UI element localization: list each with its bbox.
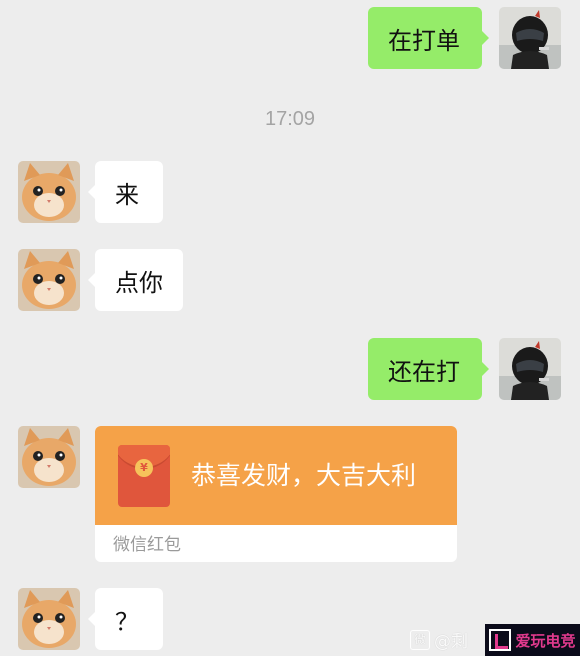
message-text: 在打单 <box>388 26 460 55</box>
helmet-avatar-icon <box>499 7 561 69</box>
chat-timestamp: 17:09 <box>264 108 316 130</box>
watermark-text: @剩 <box>434 632 468 652</box>
red-packet-body: ¥ 恭喜发财，大吉大利 <box>95 426 457 525</box>
message-bubble-incoming[interactable]: 点你 <box>88 249 183 311</box>
logo-text: 爱玩电竞 <box>515 631 576 650</box>
weibo-watermark: 微 @剩 <box>410 627 468 652</box>
cat-avatar-icon <box>18 426 80 488</box>
contact-avatar[interactable] <box>18 249 80 311</box>
my-avatar[interactable] <box>499 7 561 69</box>
contact-avatar[interactable] <box>18 588 80 650</box>
coin-icon: ¥ <box>135 459 153 477</box>
site-logo: 爱玩电竞 <box>485 624 580 656</box>
cat-avatar-icon <box>18 588 80 650</box>
weibo-icon: 微 <box>410 629 430 650</box>
cat-avatar-icon <box>18 161 80 223</box>
red-packet-footer: 微信红包 <box>113 535 181 555</box>
red-packet-title: 恭喜发财，大吉大利 <box>191 461 417 490</box>
my-avatar[interactable] <box>499 338 561 400</box>
message-text: 还在打 <box>388 357 460 386</box>
message-bubble-outgoing[interactable]: 在打单 <box>368 7 489 69</box>
message-bubble-incoming[interactable]: 来 <box>88 161 163 223</box>
helmet-avatar-icon <box>499 338 561 400</box>
message-text: 点你 <box>115 268 163 297</box>
message-text: ？ <box>115 607 139 636</box>
message-bubble-incoming[interactable]: ？ <box>88 588 163 650</box>
contact-avatar[interactable] <box>18 161 80 223</box>
red-packet-message[interactable]: ¥ 恭喜发财，大吉大利 微信红包 <box>95 426 457 562</box>
logo-mark-icon <box>489 629 512 651</box>
contact-avatar[interactable] <box>18 426 80 488</box>
message-text: 来 <box>115 180 139 209</box>
cat-avatar-icon <box>18 249 80 311</box>
chat-window: 在打单 17:09 来 点你 还在打 ¥ 恭喜发财，大吉大利 微信红包 ？ 微 … <box>0 0 580 656</box>
red-envelope-icon: ¥ <box>118 445 170 507</box>
message-bubble-outgoing[interactable]: 还在打 <box>368 338 489 400</box>
